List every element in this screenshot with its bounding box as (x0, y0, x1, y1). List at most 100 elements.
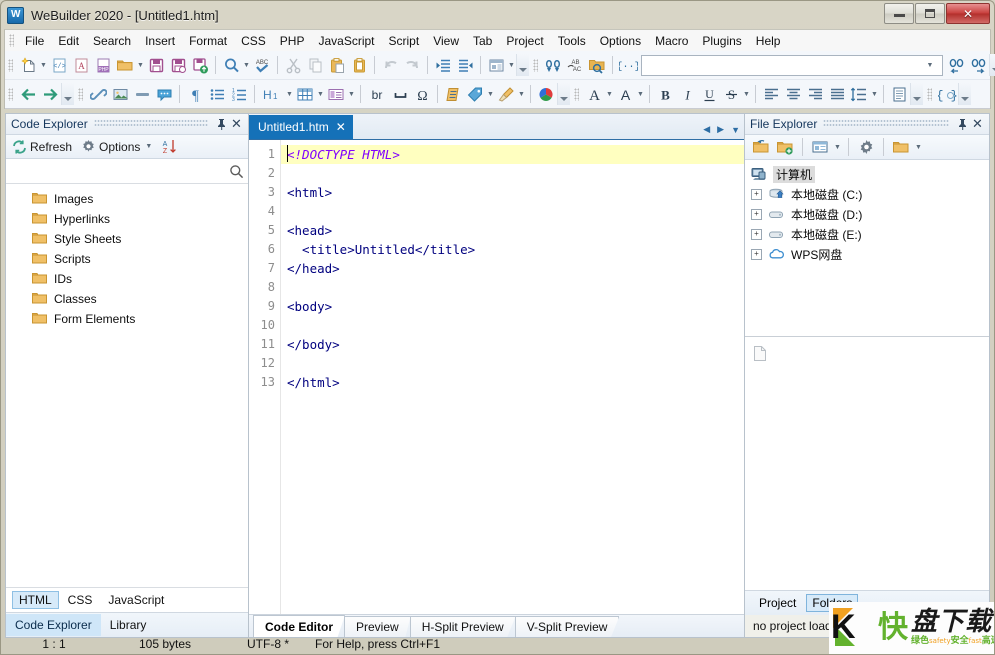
insert-snippet-icon[interactable]: {··} (617, 54, 639, 76)
page-properties-icon[interactable] (888, 83, 910, 105)
refresh-label[interactable]: Refresh (30, 140, 72, 154)
tree-item-hyperlinks[interactable]: Hyperlinks (6, 209, 248, 229)
quick-find-dropdown-icon[interactable]: ▼ (924, 62, 936, 69)
align-center-icon[interactable] (782, 83, 804, 105)
menu-view[interactable]: View (426, 32, 466, 50)
toolbar-overflow-6[interactable] (958, 83, 971, 105)
tree-item-form-elements[interactable]: Form Elements (6, 309, 248, 329)
replace-icon[interactable]: AB AC (564, 54, 586, 76)
fe-item-drive-d[interactable]: + 本地磁盘 (D:) (745, 204, 989, 224)
folder-options-dropdown-icon[interactable]: ▼ (914, 136, 923, 158)
tree-item-classes[interactable]: Classes (6, 289, 248, 309)
new-asp-icon[interactable]: A (70, 54, 92, 76)
view-tab-h-split-preview[interactable]: H-Split Preview (409, 616, 516, 637)
new-php-icon[interactable]: PHP (92, 54, 114, 76)
paste-icon[interactable] (326, 54, 348, 76)
expand-icon[interactable]: + (751, 208, 762, 220)
unordered-list-icon[interactable] (206, 83, 228, 105)
refresh-icon[interactable] (12, 139, 27, 154)
find-in-folder-icon[interactable] (586, 54, 608, 76)
insert-image-icon[interactable] (109, 83, 131, 105)
open-folder-dropdown-icon[interactable]: ▼ (136, 54, 145, 76)
menu-tools[interactable]: Tools (551, 32, 593, 50)
find-dropdown-icon[interactable]: ▼ (242, 54, 251, 76)
tab-html[interactable]: HTML (12, 591, 59, 609)
insert-comment-icon[interactable] (153, 83, 175, 105)
menu-project[interactable]: Project (499, 32, 550, 50)
menu-grip[interactable] (9, 34, 14, 47)
menu-plugins[interactable]: Plugins (695, 32, 748, 50)
code-explorer-search[interactable] (6, 159, 248, 184)
panel-drag-dots[interactable] (823, 120, 949, 128)
outdent-icon[interactable] (454, 54, 476, 76)
find-icon[interactable] (220, 54, 242, 76)
insert-table-icon[interactable] (294, 83, 316, 105)
menu-edit[interactable]: Edit (51, 32, 86, 50)
undo-icon[interactable] (379, 54, 401, 76)
toolbar-overflow-3[interactable] (61, 83, 74, 105)
format-code-icon[interactable] (442, 83, 464, 105)
line-spacing-icon[interactable] (848, 83, 870, 105)
insert-table-dropdown-icon[interactable]: ▼ (316, 83, 325, 105)
underline-icon[interactable]: U (698, 83, 720, 105)
heading-dropdown-icon[interactable]: ▼ (285, 83, 294, 105)
tree-item-scripts[interactable]: Scripts (6, 249, 248, 269)
view-tab-preview[interactable]: Preview (344, 616, 411, 637)
save-icon[interactable] (145, 54, 167, 76)
view-tab-code-editor[interactable]: Code Editor (253, 615, 345, 637)
save-as-icon[interactable] (167, 54, 189, 76)
menu-script[interactable]: Script (382, 32, 427, 50)
paragraph-icon[interactable]: ¶ (184, 83, 206, 105)
menu-insert[interactable]: Insert (138, 32, 182, 50)
italic-icon[interactable]: I (676, 83, 698, 105)
menu-file[interactable]: File (18, 32, 51, 50)
toolbar-overflow-2[interactable] (989, 54, 995, 76)
new-file-dropdown-icon[interactable]: ▼ (39, 54, 48, 76)
toolbar-grip[interactable] (533, 58, 538, 72)
format-brush-dropdown-icon[interactable]: ▼ (517, 83, 526, 105)
copy-icon[interactable] (304, 54, 326, 76)
cut-icon[interactable] (282, 54, 304, 76)
new-file-icon[interactable] (17, 54, 39, 76)
fe-item-drive-c[interactable]: + 本地磁盘 (C:) (745, 184, 989, 204)
insert-form-icon[interactable] (325, 83, 347, 105)
insert-form-dropdown-icon[interactable]: ▼ (347, 83, 356, 105)
code-explorer-search-input[interactable] (14, 163, 229, 179)
format-brush-icon[interactable] (495, 83, 517, 105)
toolbar-grip[interactable] (927, 87, 932, 101)
line-break-icon[interactable]: br (365, 83, 389, 105)
font-size-icon[interactable]: A (614, 83, 636, 105)
expand-icon[interactable]: + (751, 188, 762, 200)
menu-help[interactable]: Help (749, 32, 788, 50)
menu-tab[interactable]: Tab (466, 32, 499, 50)
gear-icon[interactable] (81, 139, 96, 154)
toolbar-grip[interactable] (8, 58, 13, 72)
font-size-dropdown-icon[interactable]: ▼ (636, 83, 645, 105)
folder-options-icon[interactable] (890, 136, 912, 158)
menu-css[interactable]: CSS (234, 32, 273, 50)
special-character-icon[interactable]: Ω (411, 83, 433, 105)
close-panel-icon[interactable]: ✕ (970, 116, 985, 132)
line-spacing-dropdown-icon[interactable]: ▼ (870, 83, 879, 105)
tab-list-dropdown-icon[interactable]: ▼ (731, 125, 740, 135)
view-tab-v-split-preview[interactable]: V-Split Preview (514, 616, 620, 637)
pin-icon[interactable] (955, 116, 970, 132)
panel-drag-dots[interactable] (93, 120, 208, 128)
expand-icon[interactable]: + (751, 228, 762, 240)
gear-icon[interactable] (855, 136, 877, 158)
insert-link-icon[interactable] (87, 83, 109, 105)
align-left-icon[interactable] (760, 83, 782, 105)
quick-find-box[interactable]: ▼ (641, 54, 943, 76)
tab-code-explorer[interactable]: Code Explorer (6, 614, 101, 636)
options-label[interactable]: Options (99, 140, 140, 154)
close-button[interactable]: ✕ (946, 3, 990, 24)
strikethrough-icon[interactable]: S (720, 83, 742, 105)
font-name-icon[interactable]: A (583, 83, 605, 105)
toolbar-overflow-5[interactable] (910, 83, 923, 105)
tab-scroll-right-icon[interactable]: ▶ (717, 124, 724, 135)
new-folder-icon[interactable] (774, 136, 796, 158)
tab-javascript[interactable]: JavaScript (101, 591, 171, 609)
toolbar-grip[interactable] (8, 87, 13, 101)
menu-search[interactable]: Search (86, 32, 138, 50)
menu-format[interactable]: Format (182, 32, 234, 50)
